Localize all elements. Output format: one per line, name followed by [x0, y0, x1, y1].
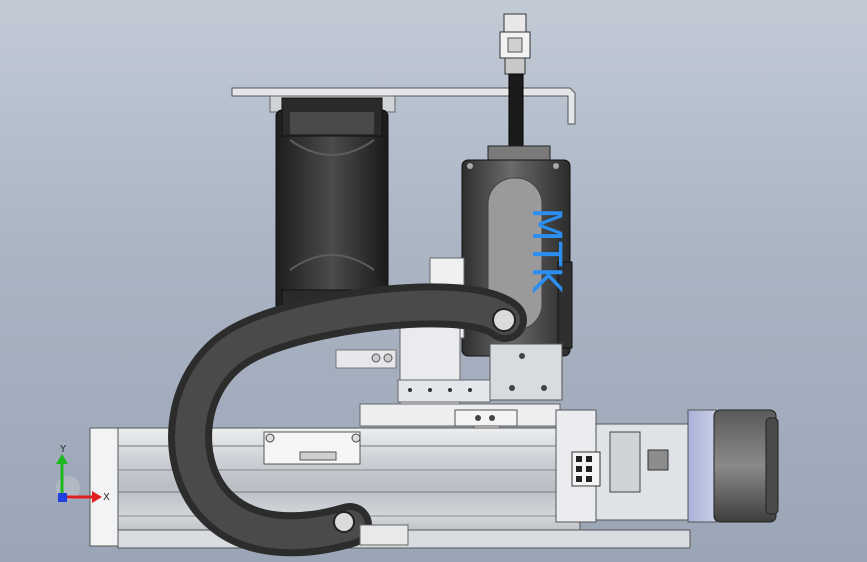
brand-logo-text: MTK	[523, 207, 569, 294]
axis-y-label: Y	[59, 444, 67, 455]
axis-x-label: X	[103, 492, 110, 503]
cad-model-view[interactable]: MTK Y X	[0, 0, 867, 562]
cad-viewport[interactable]: MTK Y X	[0, 0, 867, 562]
cooling-fan	[275, 97, 389, 319]
servo-motor	[555, 409, 779, 523]
